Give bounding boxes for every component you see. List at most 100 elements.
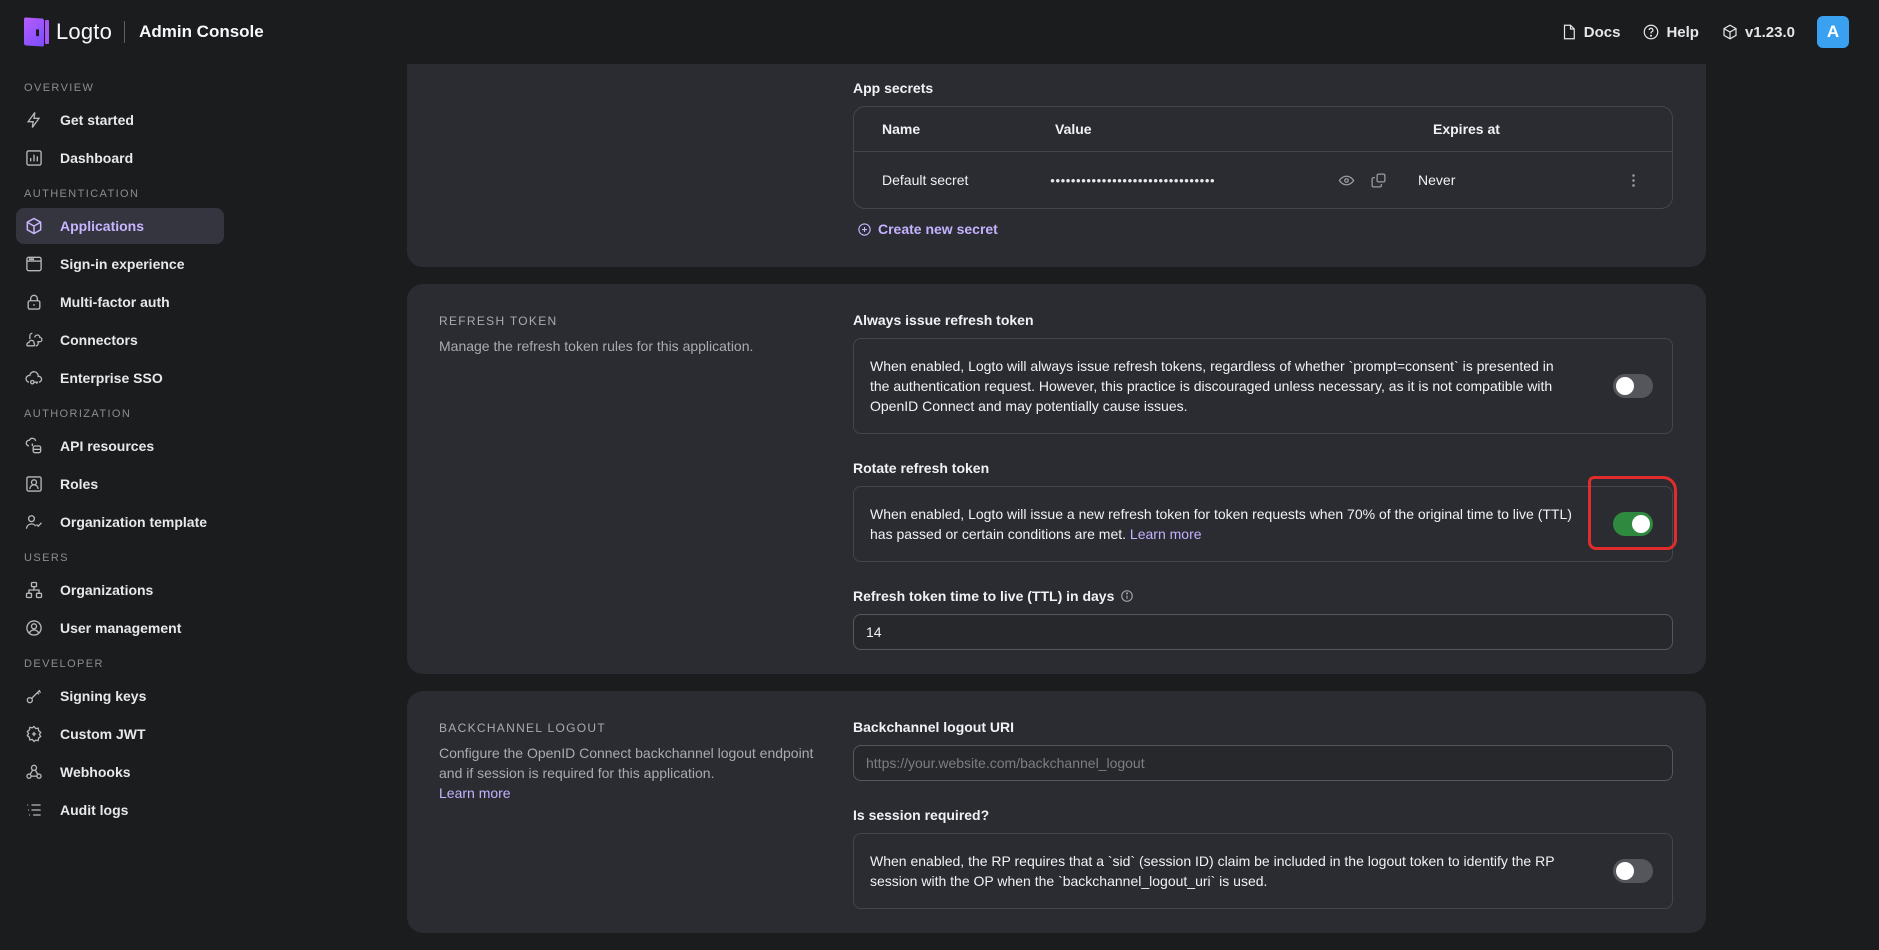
more-vertical-icon[interactable] [1623,169,1644,191]
webhook-icon [24,762,44,782]
table-row: Default secret •••••••••••••••••••••••••… [854,152,1672,208]
sidebar-item-custom-jwt[interactable]: Custom JWT [16,716,224,752]
key-icon [24,686,44,706]
ttl-input[interactable] [853,614,1673,650]
sidebar-item-api-resources[interactable]: API resources [16,428,224,464]
help-circle-icon [1644,24,1659,40]
gear-plus-icon [24,724,44,744]
secret-expires: Never [1418,172,1456,188]
sidebar-item-label: User management [60,620,182,636]
top-bar: Logto Admin Console Docs Help v1.23.0 A [0,0,1879,64]
info-icon[interactable] [1120,589,1134,603]
version-link[interactable]: v1.23.0 [1721,23,1795,41]
sidebar-item-signing-keys[interactable]: Signing keys [16,678,224,714]
session-required-description: When enabled, the RP requires that a `si… [870,853,1555,889]
always-issue-toggle[interactable] [1613,374,1653,398]
sidebar-section-authorization: Authorization [24,408,132,420]
lock-icon [24,292,44,312]
sidebar-item-label: Signing keys [60,688,147,704]
brand-name: Logto [56,19,113,44]
docs-label: Docs [1583,23,1621,41]
always-issue-switch-box: When enabled, Logto will always issue re… [853,338,1673,434]
hierarchy-icon [24,580,44,600]
cloud-key-icon [24,368,44,388]
refresh-token-title: Refresh token [439,314,558,328]
secret-name: Default secret [882,172,969,188]
rotate-learn-more-link[interactable]: Learn more [1130,526,1202,542]
user-circle-icon [24,618,44,638]
create-new-secret-label: Create new secret [878,221,998,237]
sidebar-item-applications[interactable]: Applications [16,208,224,244]
session-required-label: Is session required? [853,807,990,823]
sidebar-item-roles[interactable]: Roles [16,466,224,502]
column-header-value: Value [1055,121,1092,137]
rotate-label: Rotate refresh token [853,460,990,476]
backchannel-uri-label: Backchannel logout URI [853,719,1015,735]
session-required-switch-box: When enabled, the RP requires that a `si… [853,833,1673,909]
ttl-label: Refresh token time to live (TTL) in days [853,588,1673,604]
sidebar-item-label: API resources [60,438,155,454]
list-icon [24,800,44,820]
session-required-toggle[interactable] [1613,859,1653,883]
create-new-secret-button[interactable]: Create new secret [857,221,1673,237]
backchannel-logout-card: Backchannel logout Configure the OpenID … [407,691,1706,933]
backchannel-uri-input[interactable] [853,745,1673,781]
sidebar-item-dashboard[interactable]: Dashboard [16,140,224,176]
cloud-database-icon [24,436,44,456]
copy-icon[interactable] [1367,169,1389,191]
logto-logo-icon [24,17,49,47]
sidebar-item-enterprise-sso[interactable]: Enterprise SSO [16,360,224,396]
main-content: App secrets Name Value Expires at Defaul… [407,64,1706,950]
always-issue-label: Always issue refresh token [853,312,1034,328]
sidebar: Overview Get started Dashboard Authentic… [0,64,240,928]
refresh-token-description: Manage the refresh token rules for this … [439,338,754,354]
divider [124,21,126,43]
help-link[interactable]: Help [1642,23,1699,41]
sidebar-item-user-management[interactable]: User management [16,610,224,646]
console-title: Admin Console [139,22,264,41]
sidebar-item-connectors[interactable]: Connectors [16,322,224,358]
table-header: Name Value Expires at [854,107,1672,152]
sidebar-section-developer: Developer [24,658,104,670]
column-header-name: Name [882,121,921,137]
refresh-token-card: Refresh token Manage the refresh token r… [407,284,1706,674]
backchannel-learn-more-link[interactable]: Learn more [439,785,511,801]
backchannel-title: Backchannel logout [439,721,606,735]
column-header-expires: Expires at [1433,121,1500,137]
rotate-description: When enabled, Logto will issue a new ref… [870,506,1572,542]
sidebar-item-sign-in-experience[interactable]: Sign-in experience [16,246,224,282]
app-secrets-card: App secrets Name Value Expires at Defaul… [407,64,1706,267]
sidebar-section-users: Users [24,552,69,564]
connector-cloud-icon [24,330,44,350]
version-label: v1.23.0 [1744,23,1795,41]
cube-icon [24,216,44,236]
sidebar-item-label: Webhooks [60,764,131,780]
secret-value-masked: •••••••••••••••••••••••••••••••• [1050,172,1216,188]
backchannel-description: Configure the OpenID Connect backchannel… [439,745,814,781]
document-icon [1563,24,1575,40]
sidebar-item-audit-logs[interactable]: Audit logs [16,792,224,828]
app-secrets-table: Name Value Expires at Default secret •••… [853,106,1673,209]
sidebar-item-label: Dashboard [60,150,134,166]
user-check-icon [24,512,44,532]
sidebar-item-organization-template[interactable]: Organization template [16,504,224,540]
sidebar-item-label: Connectors [60,332,138,348]
docs-link[interactable]: Docs [1560,23,1621,41]
sidebar-item-label: Organizations [60,582,154,598]
rotate-switch-box: When enabled, Logto will issue a new ref… [853,486,1673,562]
sidebar-item-label: Audit logs [60,802,129,818]
sidebar-item-multi-factor-auth[interactable]: Multi-factor auth [16,284,224,320]
sidebar-item-label: Organization template [60,514,208,530]
sidebar-item-get-started[interactable]: Get started [16,102,224,138]
logo[interactable]: Logto [24,17,113,47]
eye-icon[interactable] [1335,169,1357,191]
red-annotation-box [1588,476,1677,550]
sidebar-item-label: Custom JWT [60,726,146,742]
help-label: Help [1666,23,1699,41]
sidebar-item-label: Applications [60,218,145,234]
sidebar-item-organizations[interactable]: Organizations [16,572,224,608]
user-avatar[interactable]: A [1817,16,1849,48]
lightning-icon [24,110,44,130]
sidebar-item-webhooks[interactable]: Webhooks [16,754,224,790]
sidebar-item-label: Roles [60,476,99,492]
